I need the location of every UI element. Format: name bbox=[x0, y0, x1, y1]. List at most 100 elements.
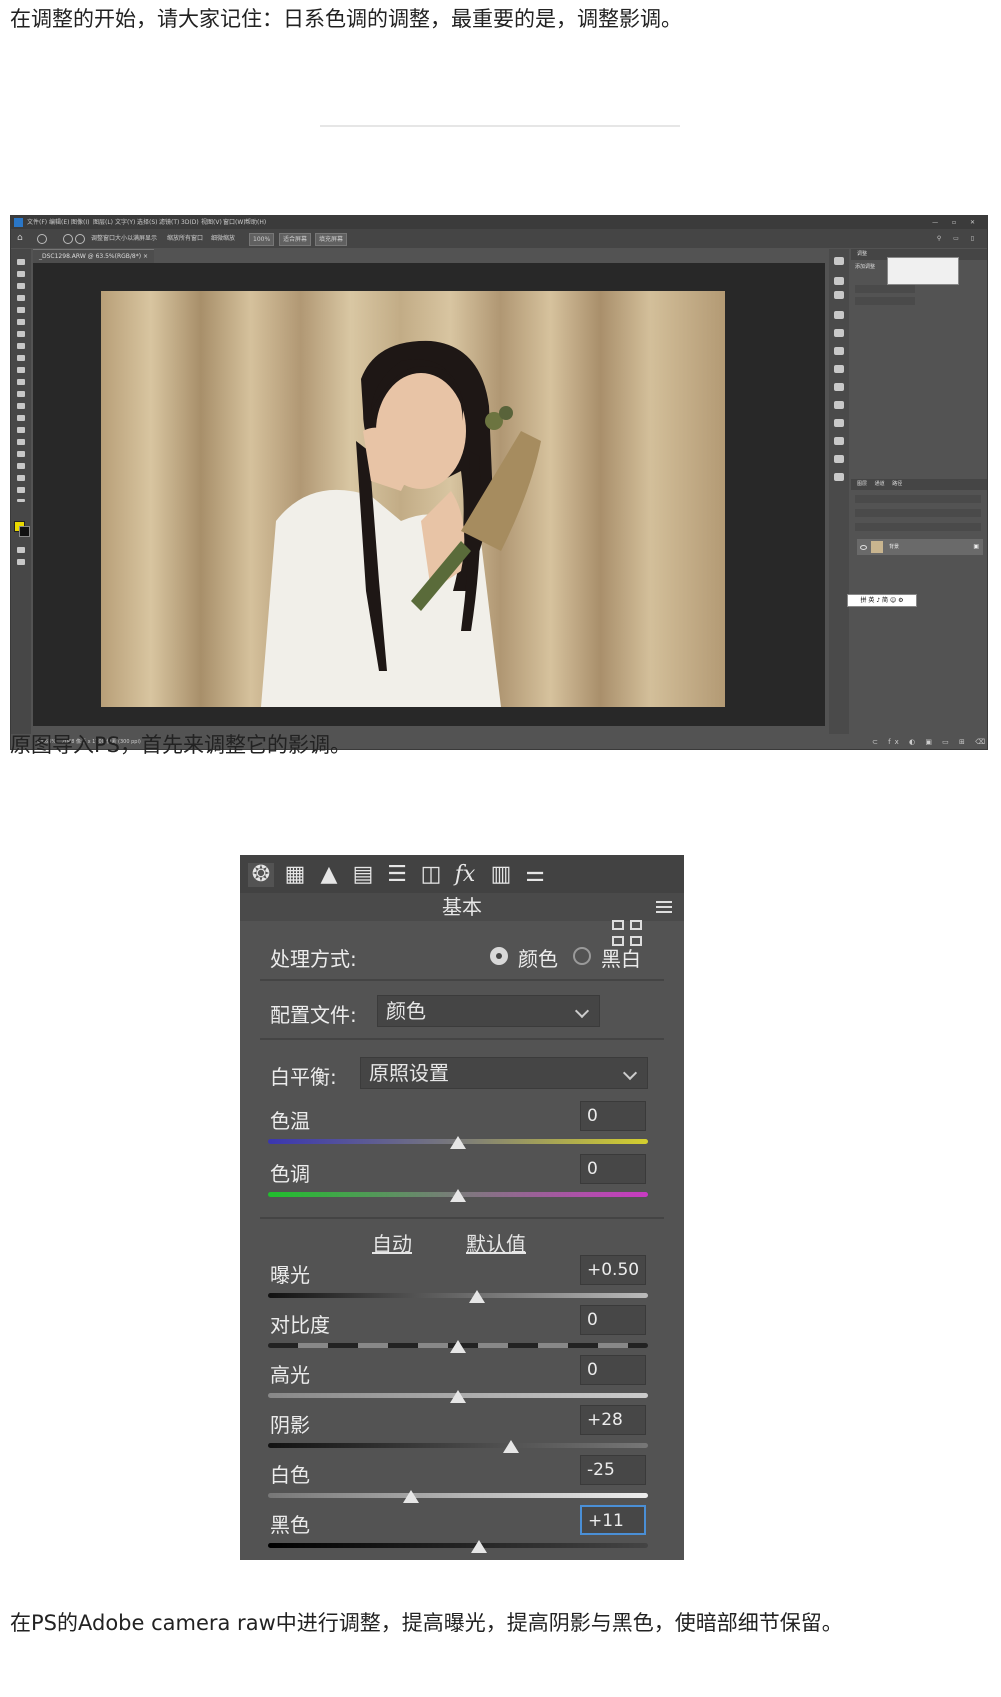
shape-tool-icon[interactable] bbox=[17, 463, 25, 469]
split-toning-tab-icon[interactable]: ☰ bbox=[384, 863, 410, 887]
shadows-slider-track[interactable] bbox=[268, 1443, 648, 1448]
ime-floating-toolbar[interactable]: 拼 英 ♪ 简 ☺ ⚙ bbox=[847, 594, 917, 607]
menu-type[interactable]: 文字(Y) bbox=[115, 216, 135, 229]
eyedropper-tool-icon[interactable] bbox=[17, 319, 25, 325]
zoom-tool-icon[interactable] bbox=[37, 234, 47, 244]
background-color-swatch[interactable] bbox=[19, 526, 30, 537]
window-controls[interactable]: — ▫ ✕ bbox=[932, 216, 981, 229]
menu-view[interactable]: 视图(V) bbox=[201, 216, 222, 229]
calibration-tab-icon[interactable]: ▥ bbox=[488, 863, 514, 887]
color-icon[interactable] bbox=[834, 347, 844, 355]
color-radio[interactable] bbox=[490, 947, 508, 965]
pen-tool-icon[interactable] bbox=[17, 427, 25, 433]
highlights-slider-thumb[interactable] bbox=[450, 1390, 466, 1403]
menu-help[interactable]: 帮助(H) bbox=[245, 216, 266, 229]
swatches-icon[interactable] bbox=[834, 365, 844, 373]
contrast-slider-thumb[interactable] bbox=[450, 1340, 466, 1353]
type-tool-icon[interactable] bbox=[17, 439, 25, 445]
whites-slider-track[interactable] bbox=[268, 1493, 648, 1498]
resize-windows-option[interactable]: 调整窗口大小以满屏显示 bbox=[91, 229, 157, 248]
exposure-slider-track[interactable] bbox=[268, 1293, 648, 1298]
panel-menu-icon[interactable] bbox=[656, 901, 672, 903]
zoom-tool-icon[interactable] bbox=[17, 487, 25, 493]
dodge-tool-icon[interactable] bbox=[17, 415, 25, 421]
profile-dropdown[interactable]: 颜色 bbox=[377, 995, 600, 1027]
plugin-popup[interactable] bbox=[887, 257, 959, 285]
path-select-icon[interactable] bbox=[17, 451, 25, 457]
stamp-tool-icon[interactable] bbox=[17, 355, 25, 361]
tab-channels[interactable]: 通道 bbox=[875, 481, 885, 487]
history-icon[interactable] bbox=[834, 291, 844, 299]
scrubby-zoom-option[interactable]: 细微缩放 bbox=[211, 229, 235, 248]
profile-browser-icon[interactable] bbox=[612, 920, 644, 948]
document-tab[interactable]: _DSC1298.ARW @ 63.5%(RGB/8*) × bbox=[33, 249, 155, 263]
default-button[interactable]: 默认值 bbox=[466, 1228, 526, 1257]
white-balance-dropdown[interactable]: 原照设置 bbox=[360, 1057, 648, 1089]
blacks-field[interactable]: +11 bbox=[580, 1505, 646, 1535]
temp-slider-thumb[interactable] bbox=[450, 1136, 466, 1149]
shadows-slider-thumb[interactable] bbox=[503, 1440, 520, 1453]
zoom-in-icon[interactable] bbox=[63, 234, 73, 244]
move-tool-icon[interactable] bbox=[17, 259, 25, 265]
exposure-field[interactable]: +0.50 bbox=[580, 1255, 646, 1285]
brush-tool-icon[interactable] bbox=[17, 343, 25, 349]
blend-mode-row[interactable] bbox=[855, 509, 981, 517]
detail-tab-icon[interactable]: ▲ bbox=[316, 863, 342, 887]
highlights-field[interactable]: 0 bbox=[580, 1355, 646, 1385]
menu-layer[interactable]: 图层(L) bbox=[93, 216, 113, 229]
lock-row[interactable] bbox=[855, 523, 981, 531]
blur-tool-icon[interactable] bbox=[17, 403, 25, 409]
adjustments-icon[interactable] bbox=[834, 437, 844, 445]
whites-field[interactable]: -25 bbox=[580, 1455, 646, 1485]
tab-adjustments[interactable]: 调整 bbox=[857, 251, 867, 257]
adjustment-icons-row-1[interactable] bbox=[855, 285, 915, 293]
character-icon[interactable] bbox=[834, 329, 844, 337]
3d-icon[interactable] bbox=[834, 311, 844, 319]
exposure-slider-thumb[interactable] bbox=[469, 1290, 485, 1303]
crop-tool-icon[interactable] bbox=[17, 307, 25, 313]
contrast-field[interactable]: 0 bbox=[580, 1305, 646, 1335]
zoom-100-button[interactable]: 100% bbox=[249, 233, 275, 246]
lasso-tool-icon[interactable] bbox=[17, 283, 25, 289]
search-workspace-icons[interactable]: ⚲ ▭ ▯ bbox=[937, 229, 979, 248]
more-tools-icon[interactable] bbox=[17, 499, 25, 502]
properties-icon[interactable] bbox=[834, 455, 844, 463]
presets-tab-icon[interactable]: ⚌ bbox=[522, 863, 548, 887]
histogram-icon[interactable] bbox=[834, 473, 844, 481]
marquee-tool-icon[interactable] bbox=[17, 271, 25, 277]
menu-file[interactable]: 文件(F) bbox=[27, 216, 47, 229]
basic-tab-icon[interactable]: ❂ bbox=[248, 863, 274, 887]
hand-tool-icon[interactable] bbox=[17, 475, 25, 481]
fx-tab-icon[interactable]: fx bbox=[452, 863, 478, 887]
layer-filter-row[interactable] bbox=[855, 495, 981, 503]
shadows-field[interactable]: +28 bbox=[580, 1405, 646, 1435]
bw-radio[interactable] bbox=[573, 947, 591, 965]
lens-tab-icon[interactable]: ◫ bbox=[418, 863, 444, 887]
tone-curve-tab-icon[interactable]: ▦ bbox=[282, 863, 308, 887]
history-brush-icon[interactable] bbox=[17, 367, 25, 373]
fit-screen-button[interactable]: 适合屏幕 bbox=[279, 233, 312, 246]
tab-layers[interactable]: 图层 bbox=[857, 481, 867, 487]
blacks-slider-thumb[interactable] bbox=[470, 1540, 487, 1553]
menu-edit[interactable]: 编辑(E) bbox=[49, 216, 69, 229]
styles-icon[interactable] bbox=[834, 419, 844, 427]
gradient-tool-icon[interactable] bbox=[17, 391, 25, 397]
magic-wand-tool-icon[interactable] bbox=[17, 295, 25, 301]
temp-field[interactable]: 0 bbox=[580, 1101, 646, 1131]
layers-panel-footer-icons[interactable]: ⊂ fx ◐ ▣ ▭ ⊞ ⌫ bbox=[851, 734, 987, 749]
blacks-slider-track[interactable] bbox=[268, 1543, 648, 1548]
patterns-icon[interactable] bbox=[834, 401, 844, 409]
fill-screen-button[interactable]: 填充屏幕 bbox=[315, 233, 348, 246]
menu-3d[interactable]: 3D(D) bbox=[181, 216, 199, 229]
eye-icon[interactable] bbox=[860, 545, 867, 550]
healing-tool-icon[interactable] bbox=[17, 331, 25, 337]
zoom-all-option[interactable]: 缩放所有窗口 bbox=[167, 229, 203, 248]
adjustment-icons-row-2[interactable] bbox=[855, 297, 915, 305]
tint-slider-thumb[interactable] bbox=[450, 1189, 466, 1202]
menu-select[interactable]: 选择(S) bbox=[137, 216, 158, 229]
screen-mode-icon[interactable] bbox=[17, 559, 25, 565]
home-icon[interactable]: ⌂ bbox=[17, 229, 23, 248]
menu-image[interactable]: 图像(I) bbox=[71, 216, 89, 229]
zoom-out-icon[interactable] bbox=[75, 234, 85, 244]
whites-slider-thumb[interactable] bbox=[402, 1490, 419, 1503]
